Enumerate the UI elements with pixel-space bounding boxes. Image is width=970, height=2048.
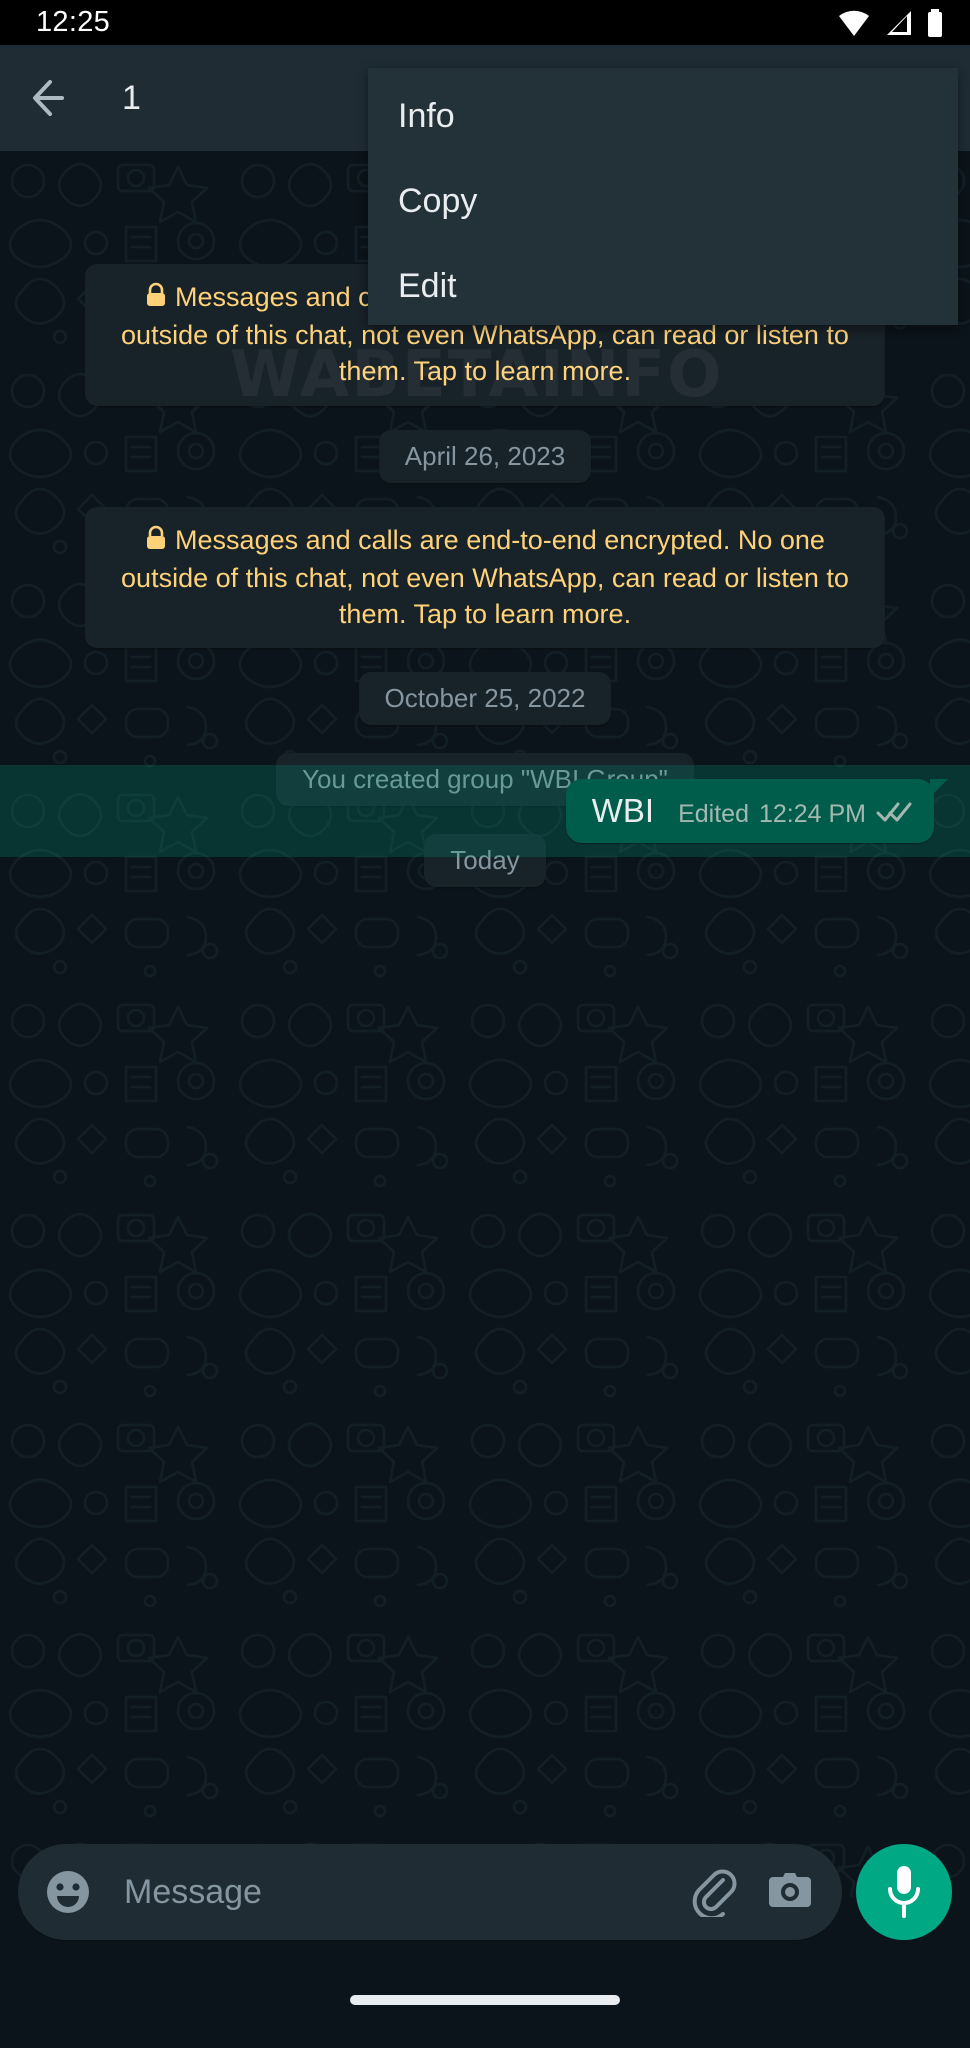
encryption-notice-text: Messages and calls are end-to-end encryp… bbox=[121, 524, 849, 629]
system-navigation-bar bbox=[0, 1952, 970, 2048]
camera-icon[interactable] bbox=[762, 1864, 818, 1920]
chat-row: October 25, 2022 bbox=[0, 658, 970, 739]
message-input-placeholder[interactable]: Message bbox=[124, 1873, 666, 1912]
outgoing-message-bubble[interactable]: WBI Edited 12:24 PM bbox=[565, 779, 949, 843]
date-chip: April 26, 2023 bbox=[378, 429, 592, 483]
cellular-signal-icon bbox=[887, 10, 911, 35]
menu-item-copy[interactable]: Copy bbox=[368, 159, 958, 244]
back-arrow-icon bbox=[33, 80, 64, 116]
encryption-notice[interactable]: Messages and calls are end-to-end encryp… bbox=[85, 506, 885, 649]
lock-icon bbox=[145, 282, 167, 318]
lock-icon bbox=[145, 525, 167, 561]
menu-item-edit[interactable]: Edit bbox=[368, 244, 958, 329]
emoji-smiley-icon[interactable] bbox=[40, 1864, 96, 1920]
edited-label: Edited bbox=[678, 800, 749, 828]
voice-message-button[interactable] bbox=[856, 1844, 952, 1940]
double-check-icon bbox=[876, 800, 914, 829]
wabetainfo-watermark: WABETAINFO bbox=[230, 338, 724, 412]
paperclip-icon[interactable] bbox=[686, 1864, 742, 1920]
chat-message-area[interactable]: March Messages and calls are end-to-end … bbox=[0, 151, 970, 1897]
date-chip: October 25, 2022 bbox=[358, 672, 612, 726]
home-gesture-pill[interactable] bbox=[350, 1995, 620, 2005]
chat-row: Messages and calls are end-to-end encryp… bbox=[0, 497, 970, 659]
status-bar-icons bbox=[838, 8, 944, 37]
chat-scroll-container[interactable]: March Messages and calls are end-to-end … bbox=[0, 151, 970, 1897]
message-context-menu[interactable]: Info Copy Edit bbox=[368, 68, 958, 325]
status-bar-clock: 12:25 bbox=[36, 6, 111, 38]
battery-icon bbox=[928, 8, 942, 37]
back-button[interactable] bbox=[26, 69, 84, 127]
whatsapp-chat-screen: 12:25 1 Messages and outside of this cha… bbox=[0, 0, 970, 2048]
wifi-icon bbox=[839, 10, 869, 36]
message-text: WBI bbox=[591, 792, 655, 829]
message-input-pill[interactable]: Message bbox=[18, 1844, 842, 1940]
status-bar: 12:25 bbox=[0, 0, 970, 45]
chat-row: April 26, 2023 bbox=[0, 416, 970, 497]
message-input-bar: Message bbox=[0, 1832, 970, 1952]
selected-message-row[interactable]: WBI Edited 12:24 PM bbox=[0, 765, 970, 857]
message-timestamp: 12:24 PM bbox=[758, 800, 866, 828]
selected-count-label: 1 bbox=[122, 78, 141, 117]
microphone-icon bbox=[888, 1866, 920, 1918]
message-meta: Edited 12:24 PM bbox=[678, 800, 914, 829]
menu-item-info[interactable]: Info bbox=[368, 74, 958, 159]
